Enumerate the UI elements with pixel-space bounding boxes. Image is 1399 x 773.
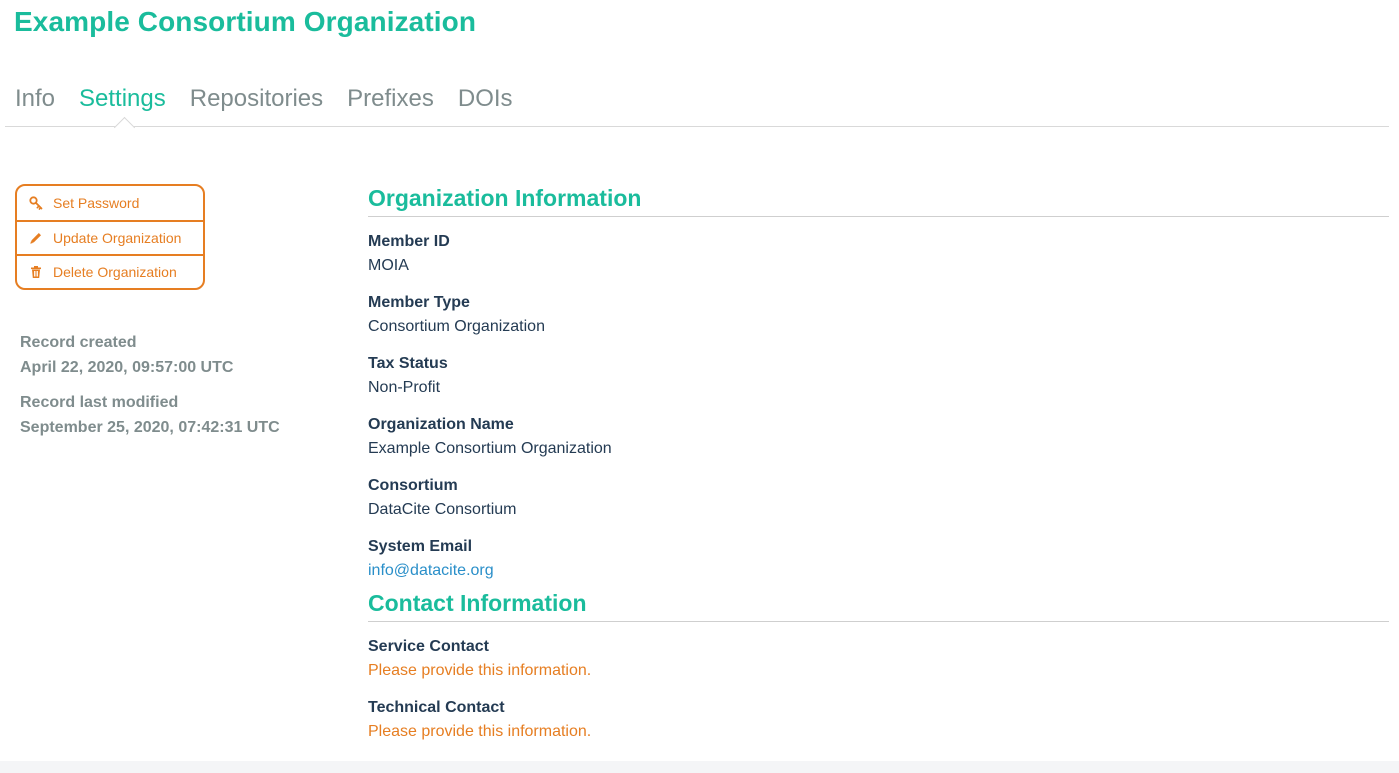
record-metadata: Record created April 22, 2020, 09:57:00 … bbox=[20, 330, 280, 450]
field-value: MOIA bbox=[368, 257, 409, 274]
record-modified-label: Record last modified bbox=[20, 394, 179, 411]
tab-prefixes[interactable]: Prefixes bbox=[337, 82, 448, 126]
member-id-field: Member ID MOIA bbox=[368, 231, 1389, 278]
update-organization-label: Update Organization bbox=[53, 230, 182, 246]
organization-information-heading: Organization Information bbox=[368, 184, 1389, 217]
key-icon bbox=[29, 196, 43, 210]
field-value: Example Consortium Organization bbox=[368, 440, 612, 457]
field-label: Technical Contact bbox=[368, 699, 505, 716]
delete-organization-label: Delete Organization bbox=[53, 264, 177, 280]
tab-dois[interactable]: DOIs bbox=[448, 82, 527, 126]
field-value: Consortium Organization bbox=[368, 318, 545, 335]
field-label: Tax Status bbox=[368, 355, 448, 372]
field-label: Service Contact bbox=[368, 638, 489, 655]
record-modified-value: September 25, 2020, 07:42:31 UTC bbox=[20, 419, 280, 436]
service-contact-field: Service Contact Please provide this info… bbox=[368, 636, 1389, 683]
tab-bar: Info Settings Repositories Prefixes DOIs bbox=[5, 82, 1389, 127]
field-label: System Email bbox=[368, 538, 473, 555]
system-email-field: System Email info@datacite.org bbox=[368, 536, 1389, 583]
field-value: DataCite Consortium bbox=[368, 501, 517, 518]
set-password-label: Set Password bbox=[53, 195, 140, 211]
page: Example Consortium Organization Info Set… bbox=[0, 0, 1399, 773]
contact-information-section: Contact Information Service Contact Plea… bbox=[368, 589, 1389, 744]
main-content: Organization Information Member ID MOIA … bbox=[368, 184, 1389, 744]
trash-icon bbox=[29, 265, 43, 279]
field-label: Consortium bbox=[368, 477, 458, 494]
field-value: Please provide this information. bbox=[368, 662, 592, 679]
footer-band bbox=[0, 761, 1399, 773]
record-created-label: Record created bbox=[20, 334, 137, 351]
tab-settings[interactable]: Settings bbox=[69, 82, 180, 126]
member-type-field: Member Type Consortium Organization bbox=[368, 292, 1389, 339]
delete-organization-button[interactable]: Delete Organization bbox=[17, 254, 203, 288]
organization-name-field: Organization Name Example Consortium Org… bbox=[368, 414, 1389, 461]
contact-information-heading: Contact Information bbox=[368, 589, 1389, 622]
field-value: Non-Profit bbox=[368, 379, 441, 396]
actions-button-group: Set Password Update Organization Delete … bbox=[15, 184, 205, 290]
tab-repositories[interactable]: Repositories bbox=[180, 82, 337, 126]
tax-status-field: Tax Status Non-Profit bbox=[368, 353, 1389, 400]
system-email-link[interactable]: info@datacite.org bbox=[368, 558, 1389, 583]
update-organization-button[interactable]: Update Organization bbox=[17, 220, 203, 254]
field-value: Please provide this information. bbox=[368, 723, 592, 740]
field-label: Member ID bbox=[368, 233, 450, 250]
record-created-value: April 22, 2020, 09:57:00 UTC bbox=[20, 359, 234, 376]
field-label: Organization Name bbox=[368, 416, 514, 433]
consortium-field: Consortium DataCite Consortium bbox=[368, 475, 1389, 522]
technical-contact-field: Technical Contact Please provide this in… bbox=[368, 697, 1389, 744]
set-password-button[interactable]: Set Password bbox=[17, 186, 203, 220]
page-title: Example Consortium Organization bbox=[14, 6, 477, 37]
pencil-icon bbox=[29, 231, 43, 245]
field-label: Member Type bbox=[368, 294, 470, 311]
tab-info[interactable]: Info bbox=[5, 82, 69, 126]
